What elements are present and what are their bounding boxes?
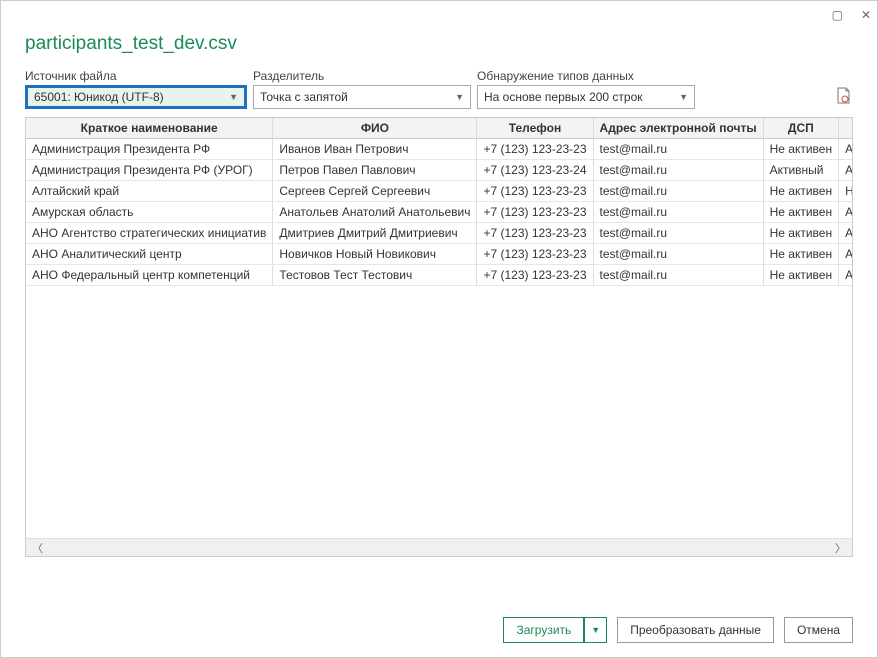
titlebar: ▢ ✕	[1, 1, 877, 29]
preview-table-wrap: Краткое наименование ФИО Телефон Адрес э…	[25, 117, 853, 557]
table-cell: Администрация Президента РФ (УРОГ)	[26, 160, 273, 181]
table-cell: Дмитриев Дмитрий Дмитриевич	[273, 223, 477, 244]
cancel-button[interactable]: Отмена	[784, 617, 853, 643]
preview-table: Краткое наименование ФИО Телефон Адрес э…	[26, 118, 852, 286]
detect-group: Обнаружение типов данных На основе первы…	[477, 69, 695, 109]
table-row[interactable]: Администрация Президента РФИванов Иван П…	[26, 139, 852, 160]
load-dropdown-toggle[interactable]: ▼	[584, 617, 607, 643]
scroll-right-icon[interactable]: 〉	[835, 540, 846, 556]
table-cell: Активный	[839, 265, 852, 286]
file-origin-group: Источник файла 65001: Юникод (UTF-8) ▼	[25, 69, 247, 109]
table-cell: Не активен	[763, 265, 838, 286]
transform-button-label: Преобразовать данные	[630, 623, 761, 637]
file-origin-value: 65001: Юникод (UTF-8)	[34, 90, 164, 104]
chevron-down-icon: ▼	[455, 92, 464, 102]
content-area: participants_test_dev.csv Источник файла…	[1, 29, 877, 117]
file-origin-dropdown[interactable]: 65001: Юникод (UTF-8) ▼	[25, 85, 247, 109]
close-icon[interactable]: ✕	[861, 8, 871, 22]
delimiter-group: Разделитель Точка с запятой ▼	[253, 69, 471, 109]
table-cell: Активный	[839, 139, 852, 160]
refresh-icon[interactable]	[833, 85, 853, 107]
detect-dropdown[interactable]: На основе первых 200 строк ▼	[477, 85, 695, 109]
table-cell: +7 (123) 123-23-24	[477, 160, 593, 181]
table-row[interactable]: Администрация Президента РФ (УРОГ)Петров…	[26, 160, 852, 181]
table-cell: Администрация Президента РФ	[26, 139, 273, 160]
file-title: participants_test_dev.csv	[25, 33, 853, 55]
table-cell: +7 (123) 123-23-23	[477, 223, 593, 244]
table-cell: АНО Федеральный центр компетенций	[26, 265, 273, 286]
table-cell: Не активен	[763, 244, 838, 265]
load-button-label: Загрузить	[516, 623, 571, 637]
table-cell: test@mail.ru	[593, 181, 763, 202]
table-row[interactable]: АНО Федеральный центр компетенцийТестово…	[26, 265, 852, 286]
col-header[interactable]: Статус	[839, 118, 852, 139]
file-origin-label: Источник файла	[25, 69, 247, 83]
col-header[interactable]: Телефон	[477, 118, 593, 139]
table-cell: test@mail.ru	[593, 223, 763, 244]
maximize-icon[interactable]: ▢	[832, 8, 843, 22]
table-cell: Активный	[839, 202, 852, 223]
load-button[interactable]: Загрузить	[503, 617, 584, 643]
table-row[interactable]: АНО Аналитический центрНовичков Новый Но…	[26, 244, 852, 265]
detect-label: Обнаружение типов данных	[477, 69, 695, 83]
delimiter-value: Точка с запятой	[260, 90, 348, 104]
table-scroll[interactable]: Краткое наименование ФИО Телефон Адрес э…	[26, 118, 852, 538]
table-cell: Активный	[763, 160, 838, 181]
import-dialog: ▢ ✕ participants_test_dev.csv Источник ф…	[0, 0, 878, 658]
table-cell: Амурская область	[26, 202, 273, 223]
table-cell: test@mail.ru	[593, 244, 763, 265]
table-row[interactable]: АНО Агентство стратегических инициативДм…	[26, 223, 852, 244]
table-cell: Анатольев Анатолий Анатольевич	[273, 202, 477, 223]
table-cell: +7 (123) 123-23-23	[477, 244, 593, 265]
table-cell: Активный	[839, 160, 852, 181]
col-header[interactable]: ФИО	[273, 118, 477, 139]
table-cell: Сергеев Сергей Сергеевич	[273, 181, 477, 202]
transform-button[interactable]: Преобразовать данные	[617, 617, 774, 643]
detect-value: На основе первых 200 строк	[484, 90, 643, 104]
table-cell: Активный	[839, 244, 852, 265]
table-cell: Не активен	[763, 139, 838, 160]
table-cell: Иванов Иван Петрович	[273, 139, 477, 160]
table-row[interactable]: Алтайский крайСергеев Сергей Сергеевич+7…	[26, 181, 852, 202]
delimiter-label: Разделитель	[253, 69, 471, 83]
controls-row: Источник файла 65001: Юникод (UTF-8) ▼ Р…	[25, 69, 853, 109]
col-header[interactable]: ДСП	[763, 118, 838, 139]
table-cell: +7 (123) 123-23-23	[477, 265, 593, 286]
cancel-button-label: Отмена	[797, 623, 840, 637]
table-cell: +7 (123) 123-23-23	[477, 181, 593, 202]
table-cell: +7 (123) 123-23-23	[477, 139, 593, 160]
scroll-left-icon[interactable]: 〈	[32, 540, 43, 556]
table-cell: Петров Павел Павлович	[273, 160, 477, 181]
col-header[interactable]: Краткое наименование	[26, 118, 273, 139]
table-cell: +7 (123) 123-23-23	[477, 202, 593, 223]
table-cell: test@mail.ru	[593, 265, 763, 286]
col-header[interactable]: Адрес электронной почты	[593, 118, 763, 139]
table-cell: test@mail.ru	[593, 202, 763, 223]
load-split-button[interactable]: Загрузить ▼	[503, 617, 607, 643]
horizontal-scrollbar[interactable]: 〈 〉	[26, 538, 852, 556]
chevron-down-icon: ▼	[229, 92, 238, 102]
table-cell: test@mail.ru	[593, 160, 763, 181]
delimiter-dropdown[interactable]: Точка с запятой ▼	[253, 85, 471, 109]
table-cell: Алтайский край	[26, 181, 273, 202]
table-header-row: Краткое наименование ФИО Телефон Адрес э…	[26, 118, 852, 139]
table-cell: Не активен	[763, 202, 838, 223]
table-cell: Тестовов Тест Тестович	[273, 265, 477, 286]
table-cell: АНО Аналитический центр	[26, 244, 273, 265]
table-cell: Активный	[839, 223, 852, 244]
table-cell: Не активен	[763, 181, 838, 202]
table-row[interactable]: Амурская областьАнатольев Анатолий Анато…	[26, 202, 852, 223]
table-cell: Не активен	[763, 223, 838, 244]
table-cell: Новичков Новый Новикович	[273, 244, 477, 265]
table-cell: АНО Агентство стратегических инициатив	[26, 223, 273, 244]
chevron-down-icon: ▼	[679, 92, 688, 102]
table-cell: test@mail.ru	[593, 139, 763, 160]
table-cell: Не активен	[839, 181, 852, 202]
footer: Загрузить ▼ Преобразовать данные Отмена	[1, 605, 877, 657]
